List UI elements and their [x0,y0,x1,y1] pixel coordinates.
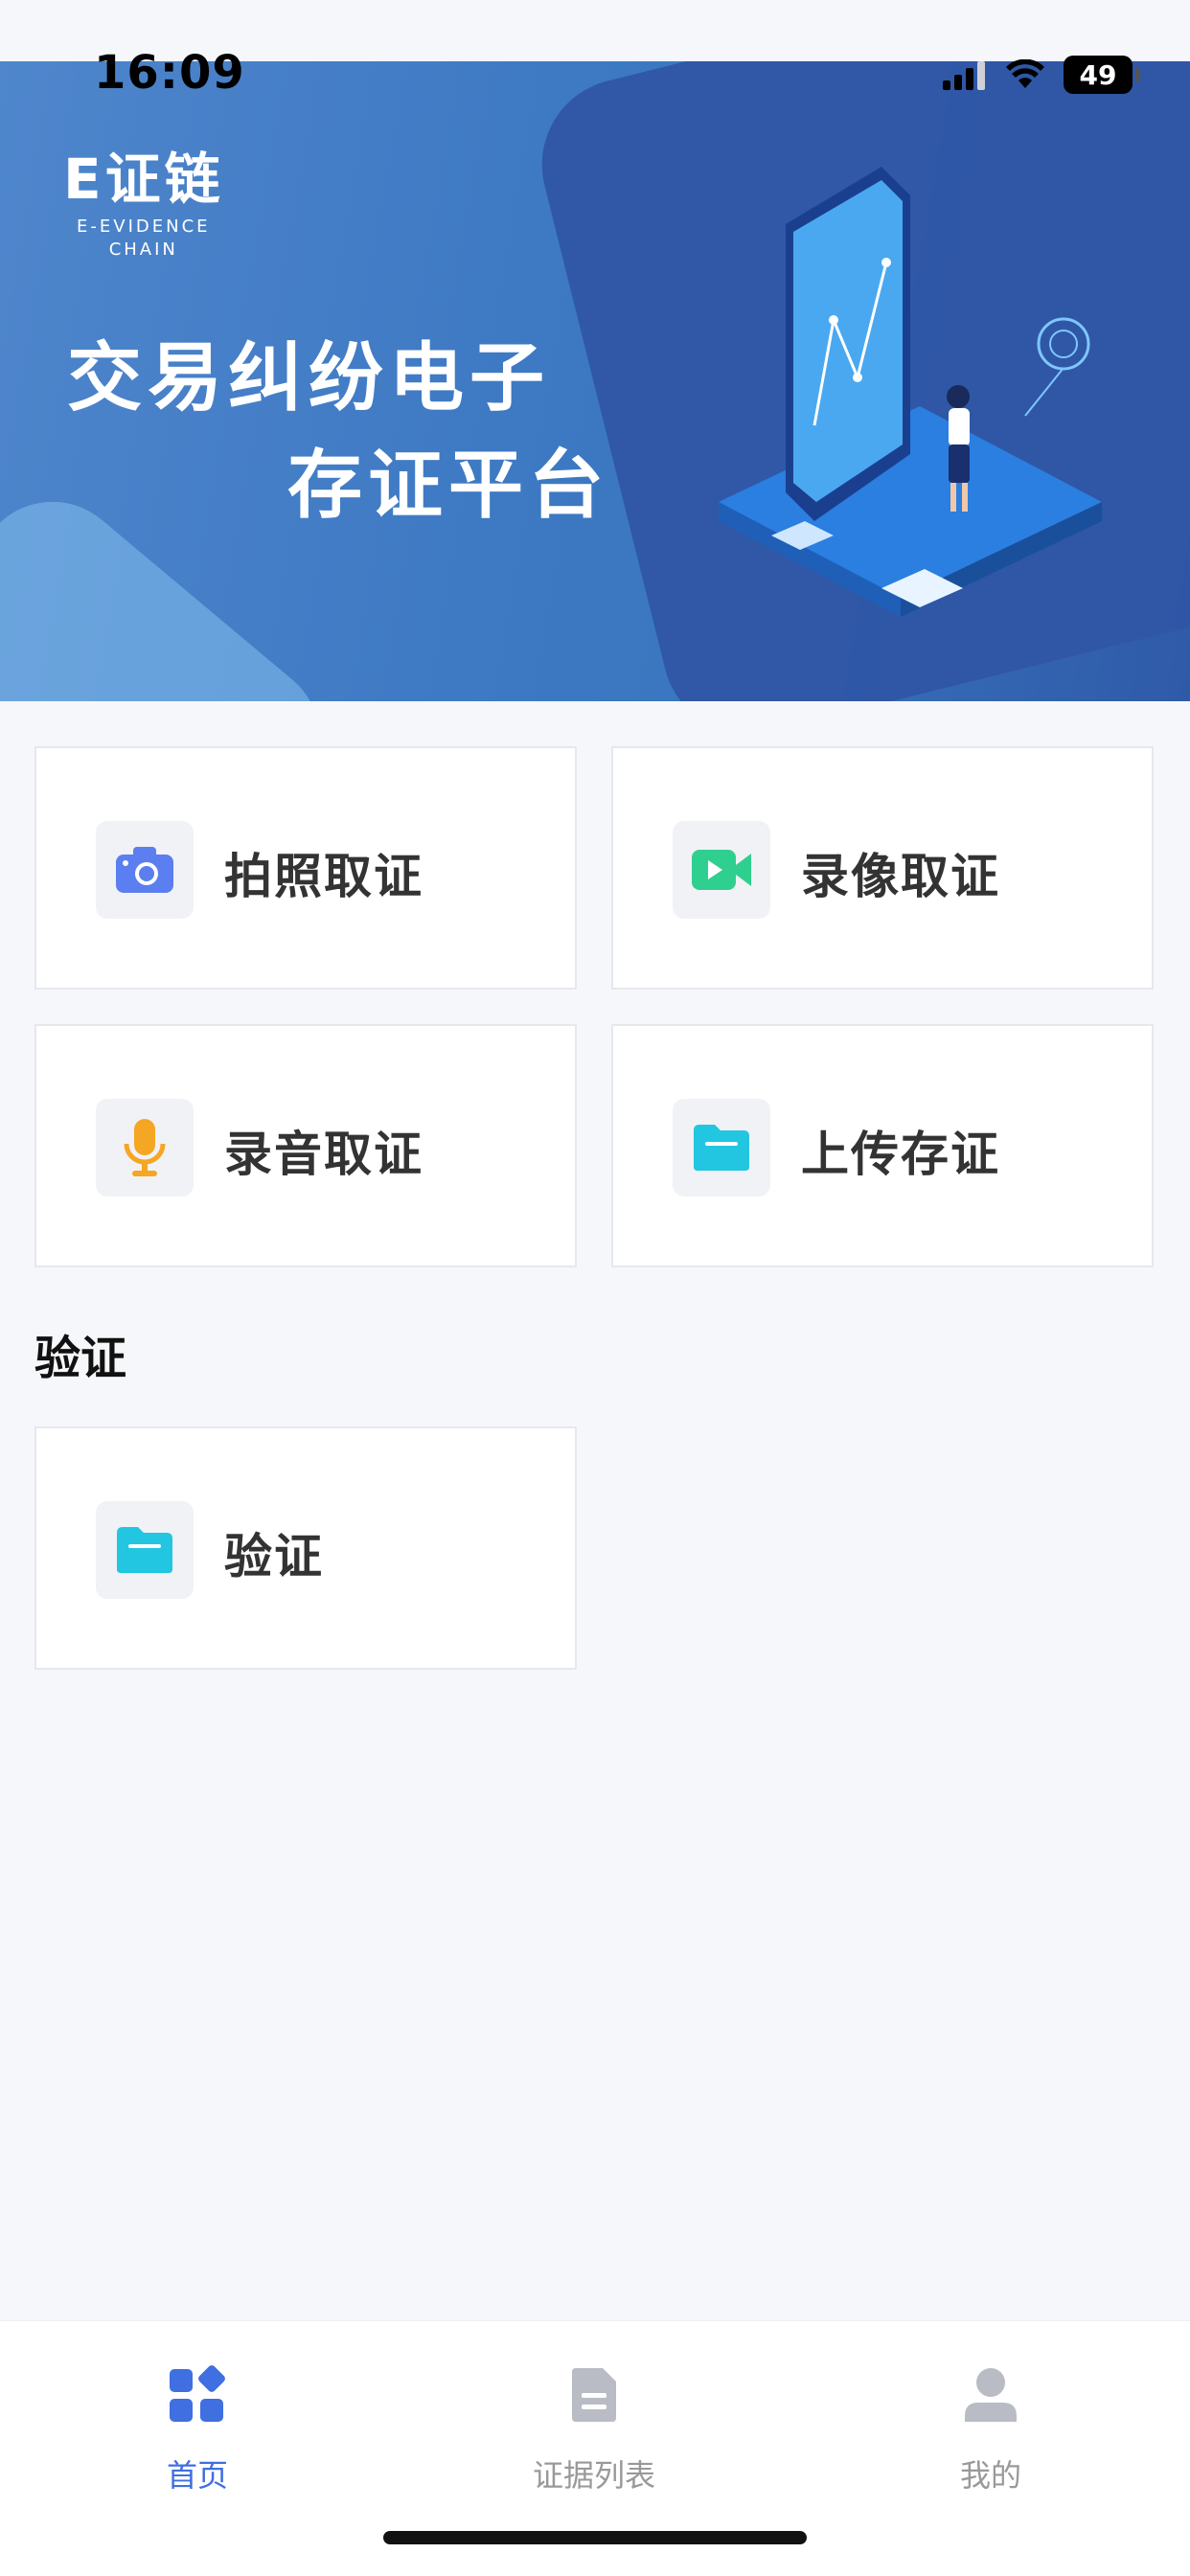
verify-label: 验证 [224,1529,324,1584]
audio-evidence-label: 录音取证 [224,1127,423,1182]
user-icon [965,2368,1017,2422]
battery-icon: 49 [1064,56,1140,94]
folder-icon [117,1527,172,1573]
camera-icon [116,847,173,893]
tab-home-label: 首页 [166,2457,228,2494]
folder-icon-box [96,1501,194,1599]
video-icon [692,850,751,890]
camera-icon-box [96,821,194,919]
photo-evidence-card[interactable]: 拍照取证 [34,746,577,990]
home-grid-icon [170,2365,225,2422]
verify-section-title: 验证 [34,1332,127,1385]
upload-evidence-card[interactable]: 上传存证 [611,1024,1154,1267]
folder-icon [694,1125,749,1171]
logo-text: E证链 [63,147,224,212]
wifi-icon [1006,59,1044,88]
tab-evidence-list-label: 证据列表 [532,2457,655,2494]
verify-card[interactable]: 验证 [34,1426,577,1670]
microphone-icon-box [96,1099,194,1197]
hero-banner: E证链 E-EVIDENCE CHAIN 交易纠纷电子 存证平台 [0,61,1190,701]
home-indicator [383,2531,807,2544]
folder-icon-box [673,1099,770,1197]
status-time: 16:09 [94,46,245,100]
logo-subtitle-1: E-EVIDENCE [77,217,211,237]
tab-evidence-list[interactable]: 证据列表 [479,2359,709,2496]
tab-profile-label: 我的 [959,2457,1021,2494]
audio-evidence-card[interactable]: 录音取证 [34,1024,577,1267]
video-evidence-card[interactable]: 录像取证 [611,746,1154,990]
logo-subtitle-2: CHAIN [108,239,178,260]
video-icon-box [673,821,770,919]
video-evidence-label: 录像取证 [801,849,1000,904]
status-icons: 49 [943,54,1140,96]
status-bar: 16:09 49 [0,0,1190,100]
tab-profile[interactable]: 我的 [876,2359,1106,2496]
signal-icon [943,61,985,90]
banner-title-line1: 交易纠纷电子 [67,335,551,422]
tab-home[interactable]: 首页 [82,2359,312,2496]
photo-evidence-label: 拍照取证 [224,849,423,904]
banner-title-line2: 存证平台 [287,443,610,529]
microphone-icon [124,1119,166,1176]
upload-evidence-label: 上传存证 [801,1127,1000,1182]
document-icon [572,2368,616,2422]
phone-illustration [719,167,1102,617]
app-logo: E证链 E-EVIDENCE CHAIN [63,134,224,261]
